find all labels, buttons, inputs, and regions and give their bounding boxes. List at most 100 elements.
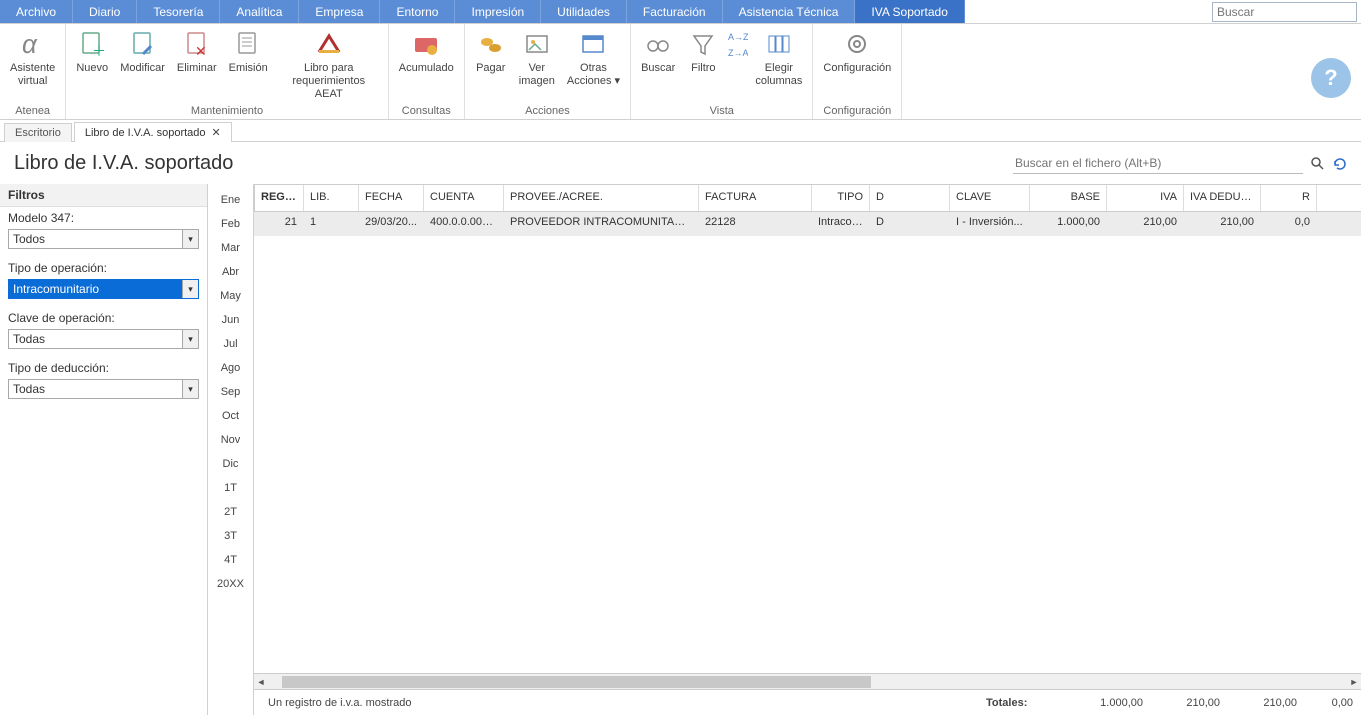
image-icon <box>521 28 553 60</box>
horizontal-scrollbar[interactable]: ◄ ► <box>254 673 1361 689</box>
document-plus-icon: ＋ <box>76 28 108 60</box>
acumulado-button[interactable]: Acumulado <box>393 26 460 105</box>
period-feb[interactable]: Feb <box>208 212 253 236</box>
window-icon <box>577 28 609 60</box>
ver-imagen-button[interactable]: Ver imagen <box>513 26 561 105</box>
page-title: Libro de I.V.A. soportado <box>14 152 233 175</box>
menu-asistencia[interactable]: Asistencia Técnica <box>723 0 856 23</box>
menu-archivo[interactable]: Archivo <box>0 0 73 23</box>
modificar-button[interactable]: Modificar <box>114 26 171 105</box>
period-mar[interactable]: Mar <box>208 236 253 260</box>
menu-iva-soportado[interactable]: IVA Soportado <box>855 0 965 23</box>
cell-tipo: Intracom... <box>812 212 870 236</box>
menu-facturacion[interactable]: Facturación <box>627 0 723 23</box>
menu-utilidades[interactable]: Utilidades <box>541 0 627 23</box>
col-cuenta[interactable]: CUENTA <box>424 185 504 211</box>
total-base: 1.000,00 <box>1066 697 1143 709</box>
search-icon[interactable] <box>1309 155 1325 171</box>
menu-tesoreria[interactable]: Tesorería <box>137 0 220 23</box>
otras-acciones-button[interactable]: Otras Acciones ▾ <box>561 26 626 105</box>
menu-diario[interactable]: Diario <box>73 0 137 23</box>
libro-aeat-button[interactable]: Libro para requerimientos AEAT <box>274 26 384 105</box>
col-base[interactable]: BASE <box>1030 185 1107 211</box>
total-r: 0,00 <box>1297 697 1353 709</box>
col-proveedor[interactable]: PROVEE./ACREE. <box>504 185 699 211</box>
refresh-icon[interactable] <box>1331 155 1347 171</box>
nuevo-button[interactable]: ＋Nuevo <box>70 26 114 105</box>
period-year[interactable]: 20XX <box>208 572 253 596</box>
data-grid: REGIS... LIB. FECHA CUENTA PROVEE./ACREE… <box>254 184 1361 715</box>
orden-button[interactable]: A→ZZ→A <box>725 26 749 105</box>
col-factura[interactable]: FACTURA <box>699 185 812 211</box>
cell-lib: 1 <box>304 212 359 236</box>
buscar-button[interactable]: Buscar <box>635 26 681 105</box>
period-sep[interactable]: Sep <box>208 380 253 404</box>
cell-fecha: 29/03/20... <box>359 212 424 236</box>
menu-impresion[interactable]: Impresión <box>455 0 541 23</box>
file-search-input[interactable] <box>1013 152 1303 174</box>
period-2t[interactable]: 2T <box>208 500 253 524</box>
cell-iva: 210,00 <box>1107 212 1184 236</box>
period-ago[interactable]: Ago <box>208 356 253 380</box>
help-icon[interactable]: ? <box>1311 58 1351 98</box>
filtro-button[interactable]: Filtro <box>681 26 725 105</box>
coins-icon <box>475 28 507 60</box>
period-3t[interactable]: 3T <box>208 524 253 548</box>
cell-r: 0,0 <box>1261 212 1317 236</box>
period-may[interactable]: May <box>208 284 253 308</box>
tipo-deduccion-label: Tipo de deducción: <box>8 361 199 375</box>
tipo-operacion-select[interactable]: Intracomunitario▾ <box>8 279 199 299</box>
total-deducible: 210,00 <box>1220 697 1297 709</box>
scroll-left-icon[interactable]: ◄ <box>254 677 268 687</box>
scroll-right-icon[interactable]: ► <box>1347 677 1361 687</box>
pagar-button[interactable]: Pagar <box>469 26 513 105</box>
group-consultas-label: Consultas <box>393 105 460 119</box>
configuracion-button[interactable]: Configuración <box>817 26 897 105</box>
period-1t[interactable]: 1T <box>208 476 253 500</box>
total-iva: 210,00 <box>1143 697 1220 709</box>
menu-empresa[interactable]: Empresa <box>299 0 380 23</box>
grid-header: REGIS... LIB. FECHA CUENTA PROVEE./ACREE… <box>254 184 1361 212</box>
global-search-input[interactable] <box>1212 2 1357 22</box>
cell-d: D <box>870 212 950 236</box>
clave-operacion-select[interactable]: Todas▾ <box>8 329 199 349</box>
period-selector: Ene Feb Mar Abr May Jun Jul Ago Sep Oct … <box>208 184 254 715</box>
col-clave[interactable]: CLAVE <box>950 185 1030 211</box>
chevron-down-icon: ▾ <box>182 380 198 398</box>
period-4t[interactable]: 4T <box>208 548 253 572</box>
period-ene[interactable]: Ene <box>208 188 253 212</box>
col-tipo[interactable]: TIPO <box>812 185 870 211</box>
tipo-deduccion-select[interactable]: Todas▾ <box>8 379 199 399</box>
menu-analitica[interactable]: Analítica <box>220 0 299 23</box>
svg-text:α: α <box>22 29 38 59</box>
emision-button[interactable]: Emisión <box>223 26 274 105</box>
close-icon[interactable]: ✕ <box>212 126 221 139</box>
table-row[interactable]: 21 1 29/03/20... 400.0.0.00005 PROVEEDOR… <box>254 212 1361 236</box>
scroll-thumb[interactable] <box>282 676 871 688</box>
period-jun[interactable]: Jun <box>208 308 253 332</box>
tab-libro-iva[interactable]: Libro de I.V.A. soportado✕ <box>74 122 232 142</box>
chevron-down-icon: ▾ <box>182 230 198 248</box>
group-vista-label: Vista <box>635 105 808 119</box>
col-fecha[interactable]: FECHA <box>359 185 424 211</box>
col-iva-deducible[interactable]: IVA DEDUCI... <box>1184 185 1261 211</box>
period-dic[interactable]: Dic <box>208 452 253 476</box>
gear-icon <box>841 28 873 60</box>
columns-icon <box>763 28 795 60</box>
col-iva[interactable]: IVA <box>1107 185 1184 211</box>
modelo-347-select[interactable]: Todos▾ <box>8 229 199 249</box>
period-jul[interactable]: Jul <box>208 332 253 356</box>
col-d[interactable]: D <box>870 185 950 211</box>
col-registro[interactable]: REGIS... <box>254 185 304 211</box>
col-r[interactable]: R <box>1261 185 1317 211</box>
asistente-virtual-button[interactable]: α Asistente virtual <box>4 26 61 105</box>
period-oct[interactable]: Oct <box>208 404 253 428</box>
period-abr[interactable]: Abr <box>208 260 253 284</box>
eliminar-button[interactable]: ✕Eliminar <box>171 26 223 105</box>
tab-escritorio[interactable]: Escritorio <box>4 123 72 142</box>
period-nov[interactable]: Nov <box>208 428 253 452</box>
col-lib[interactable]: LIB. <box>304 185 359 211</box>
elegir-columnas-button[interactable]: Elegir columnas <box>749 26 808 105</box>
menu-entorno[interactable]: Entorno <box>380 0 455 23</box>
filters-header: Filtros <box>0 184 207 207</box>
